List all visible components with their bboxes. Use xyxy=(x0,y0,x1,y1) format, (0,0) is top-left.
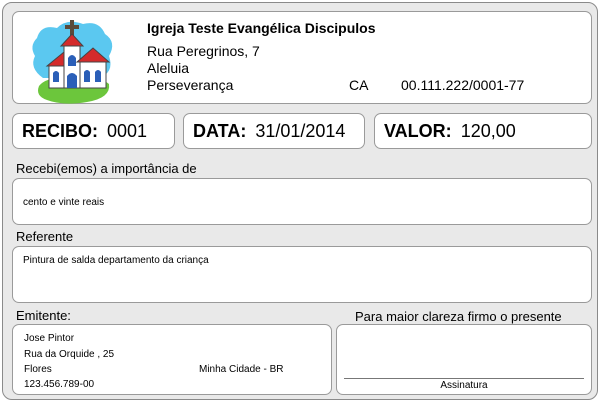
issuer-box: Jose Pintor Rua da Orquide , 25 Flores 1… xyxy=(12,324,332,395)
receipt-number-value: 0001 xyxy=(107,121,148,141)
organization-name: Igreja Teste Evangélica Discipulos xyxy=(147,20,376,36)
receipt-date-value: 31/01/2014 xyxy=(255,121,346,141)
reference-label: Referente xyxy=(16,229,74,244)
organization-city: Perseverança xyxy=(147,77,234,93)
organization-document: 00.111.222/0001-77 xyxy=(401,77,525,93)
signature-box: Assinatura xyxy=(336,324,592,395)
church-icon xyxy=(32,20,113,104)
signature-label: Assinatura xyxy=(440,380,488,391)
issuer-street: Rua da Orquide , 25 xyxy=(24,349,115,360)
signature-heading: Para maior clareza firmo o presente xyxy=(355,309,562,324)
reference-text: Pintura de salda departamento da criança xyxy=(23,255,209,266)
organization-state: CA xyxy=(349,77,369,93)
amount-words-text: cento e vinte reais xyxy=(23,197,105,208)
receipt-date-field: DATA: 31/01/2014 xyxy=(183,113,365,149)
issuer-district: Flores xyxy=(24,364,52,375)
issuer-name: Jose Pintor xyxy=(24,333,75,344)
receipt-number-label: RECIBO: xyxy=(22,121,98,141)
organization-street: Rua Peregrinos, 7 xyxy=(147,43,260,59)
issuer-document: 123.456.789-00 xyxy=(24,379,95,390)
receipt-form: Igreja Teste Evangélica Discipulos Rua P… xyxy=(2,2,598,400)
issuer-label: Emitente: xyxy=(16,308,71,323)
amount-words-box: cento e vinte reais xyxy=(12,178,592,225)
signature-line xyxy=(344,378,584,379)
receipt-date-label: DATA: xyxy=(193,121,247,141)
receipt-value-amount: 120,00 xyxy=(460,121,516,141)
reference-box: Pintura de salda departamento da criança xyxy=(12,246,592,303)
receipt-value-field: VALOR: 120,00 xyxy=(374,113,592,149)
receipt-number-field: RECIBO: 0001 xyxy=(12,113,175,149)
organization-header: Igreja Teste Evangélica Discipulos Rua P… xyxy=(12,11,592,104)
issuer-city: Minha Cidade - BR xyxy=(199,364,284,375)
amount-words-label: Recebi(emos) a importância de xyxy=(16,161,197,176)
receipt-value-label: VALOR: xyxy=(384,121,452,141)
organization-district: Aleluia xyxy=(147,60,190,76)
